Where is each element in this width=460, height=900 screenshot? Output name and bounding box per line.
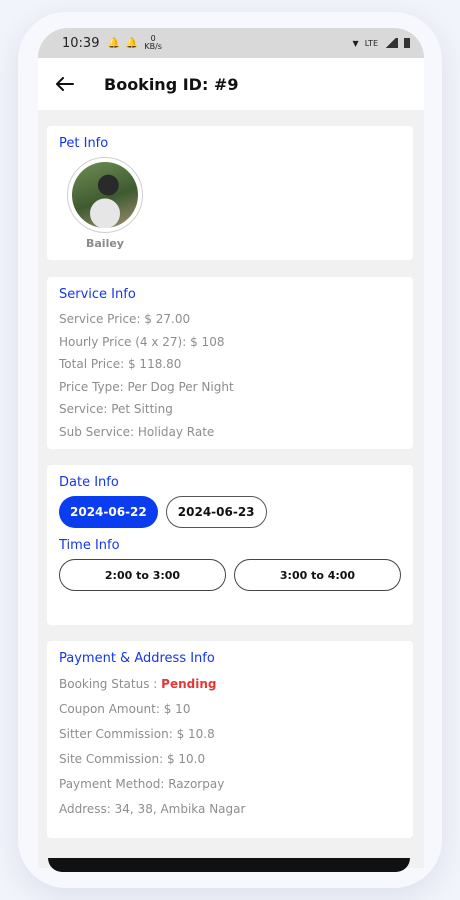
service-info-row-value: Holiday Rate	[137, 424, 215, 439]
app-bar: Booking ID: #9	[38, 58, 424, 110]
pet-avatar	[67, 157, 143, 233]
payment-info-row-value: $ 10.0	[166, 752, 206, 766]
payment-info-row-value: $ 10.8	[176, 727, 215, 741]
service-info-row-value: $ 27.00	[144, 312, 191, 326]
payment-info-row: Coupon Amount: $ 10	[59, 702, 191, 716]
notification-icons: 🔔 🔔 0 KB/s	[107, 35, 162, 51]
payment-info-rows: Coupon Amount: $ 10 Sitter Commission: $ …	[59, 697, 401, 822]
time-slot-button[interactable]: 3:00 to 4:00	[234, 559, 401, 591]
service-info-row-label: Total Price	[59, 357, 121, 371]
pet-photo	[72, 162, 138, 228]
service-info-row-value: $ 118.80	[127, 357, 182, 371]
app-screen: 10:39 🔔 🔔 0 KB/s ▼ LTE Booking ID: #9 Pe…	[38, 28, 424, 868]
payment-info-row-value: 34, 38, Ambika Nagar	[114, 802, 246, 816]
payment-address-card: Payment & Address Info Booking Status : …	[47, 641, 413, 838]
service-info-row-label: Service	[59, 402, 104, 416]
payment-info-row-label: Sitter Commission	[59, 727, 169, 741]
date-time-card: Date Info 2024-06-22 2024-06-23 Time Info…	[47, 465, 413, 625]
payment-info-row: Payment Method: Razorpay	[59, 777, 225, 791]
payment-info-row-label: Payment Method	[59, 777, 161, 791]
payment-info-row-value: $ 10	[163, 702, 191, 716]
booking-status-row: Booking Status : Pending	[59, 677, 217, 691]
service-info-row: Total Price: $ 118.80	[59, 357, 182, 371]
payment-info-row: Site Commission: $ 10.0	[59, 752, 206, 766]
network-type: LTE	[364, 38, 378, 48]
service-info-card: Service Info Service Price: $ 27.00 Hourl…	[47, 277, 413, 449]
payment-info-row-label: Site Commission	[59, 752, 160, 766]
service-info-row-value: Per Dog Per Night	[127, 379, 234, 394]
payment-info-title: Payment & Address Info	[59, 651, 215, 666]
service-info-row-value: Pet Sitting	[111, 402, 173, 416]
wifi-icon: ▼	[352, 38, 359, 48]
status-bar: 10:39 🔔 🔔 0 KB/s ▼ LTE	[38, 28, 424, 58]
service-info-row-label: Price Type	[59, 379, 120, 394]
bell-icon: 🔔	[125, 37, 139, 49]
time-info-title: Time Info	[59, 538, 120, 553]
date-info-title: Date Info	[59, 475, 119, 490]
payment-info-row-label: Address	[59, 802, 107, 816]
service-info-rows: Service Price: $ 27.00 Hourly Price (4 x …	[59, 308, 401, 443]
payment-info-row: Address: 34, 38, Ambika Nagar	[59, 802, 246, 816]
service-info-row-value: $ 108	[190, 334, 225, 349]
service-info-row-label: Sub Service	[59, 424, 131, 439]
service-info-row-label: Service Price	[59, 312, 137, 326]
status-time: 10:39	[62, 35, 100, 51]
pet-name: Bailey	[86, 237, 124, 250]
bell-icon: 🔔	[107, 37, 120, 49]
pet-info-title: Pet Info	[59, 136, 109, 151]
network-speed: 0 KB/s	[144, 34, 162, 51]
payment-info-row: Sitter Commission: $ 10.8	[59, 727, 215, 741]
battery-icon	[404, 38, 410, 48]
service-info-row: Hourly Price (4 x 27): $ 108	[59, 334, 225, 349]
payment-info-row-value: Razorpay	[168, 777, 225, 791]
service-info-row: Service: Pet Sitting	[59, 402, 173, 416]
time-slot-button[interactable]: 2:00 to 3:00	[59, 559, 226, 591]
back-arrow-icon[interactable]	[54, 73, 76, 95]
service-info-row: Price Type: Per Dog Per Night	[59, 379, 234, 394]
date-chip[interactable]: 2024-06-23	[165, 496, 267, 528]
service-info-row-label: Hourly Price (4 x 27)	[59, 334, 183, 349]
date-chip[interactable]: 2024-06-22	[59, 496, 158, 528]
signal-icon	[384, 38, 398, 48]
service-info-title: Service Info	[59, 287, 136, 302]
status-badge: Pending	[161, 677, 217, 691]
bottom-bezel	[48, 858, 410, 872]
time-slots: 2:00 to 3:00 3:00 to 4:00	[59, 559, 401, 591]
pet-info-card: Pet Info Bailey	[47, 126, 413, 260]
page-title: Booking ID: #9	[104, 74, 239, 94]
booking-status-label: Booking Status	[59, 677, 150, 691]
date-chips: 2024-06-22 2024-06-23	[59, 496, 401, 528]
payment-info-row-label: Coupon Amount	[59, 702, 156, 716]
service-info-row: Service Price: $ 27.00	[59, 312, 191, 326]
service-info-row: Sub Service: Holiday Rate	[59, 424, 215, 439]
